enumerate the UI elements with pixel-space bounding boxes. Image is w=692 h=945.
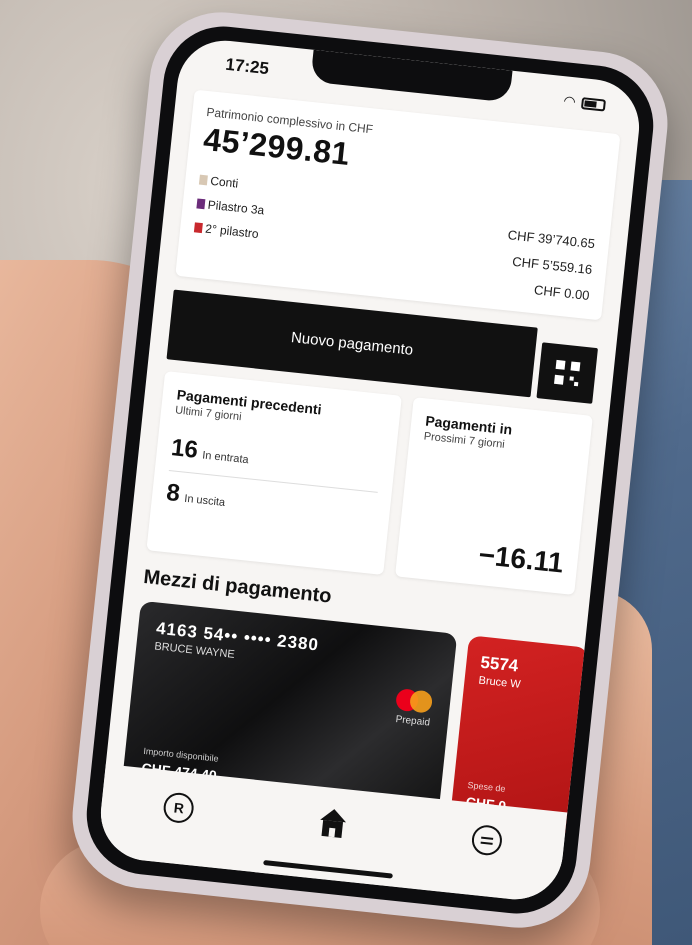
status-icons: ◠	[563, 92, 607, 113]
asset-swatch	[193, 222, 203, 234]
phone-bezel: 17:25 ◠ Patrimonio complessivo in CHF 45…	[80, 20, 660, 920]
card-type: Prepaid	[395, 714, 431, 729]
qr-code-icon	[554, 359, 581, 387]
asset-name: 2° pilastro	[204, 221, 260, 242]
raiffeisen-icon[interactable]: R	[162, 791, 196, 825]
payments-overview: Pagamenti precedenti Ultimi 7 giorni 16 …	[145, 371, 593, 605]
incoming-count: 16	[169, 434, 200, 464]
qr-scan-button[interactable]	[536, 342, 598, 404]
menu-icon[interactable]	[470, 823, 504, 857]
wealth-card[interactable]: Patrimonio complessivo in CHF 45’299.81 …	[175, 89, 621, 321]
outgoing-count: 8	[165, 478, 182, 508]
phone-frame: 17:25 ◠ Patrimonio complessivo in CHF 45…	[65, 5, 675, 935]
asset-name: Conti	[209, 173, 239, 191]
phone-screen: 17:25 ◠ Patrimonio complessivo in CHF 45…	[96, 36, 644, 904]
asset-values: CHF 39’740.65 CHF 5’559.16 CHF 0.00	[501, 222, 596, 309]
mastercard-icon	[395, 688, 434, 714]
credit-spend-label: Spese de	[467, 779, 506, 794]
incoming-label: In entrata	[201, 449, 250, 467]
main-content: Patrimonio complessivo in CHF 45’299.81 …	[120, 89, 621, 845]
asset-name: Pilastro 3a	[207, 197, 265, 218]
upcoming-payments-card[interactable]: Pagamenti in Prossimi 7 giorni −16.11	[395, 397, 593, 596]
outgoing-label: In uscita	[183, 492, 226, 509]
asset-swatch	[196, 198, 206, 210]
previous-payments-card[interactable]: Pagamenti precedenti Ultimi 7 giorni 16 …	[146, 371, 402, 575]
wifi-icon: ◠	[562, 92, 577, 110]
battery-icon	[580, 96, 607, 112]
notch	[310, 49, 513, 103]
home-icon[interactable]	[316, 807, 349, 841]
asset-swatch	[198, 174, 208, 186]
status-time: 17:25	[224, 54, 270, 79]
upcoming-amount: −16.11	[477, 538, 565, 579]
